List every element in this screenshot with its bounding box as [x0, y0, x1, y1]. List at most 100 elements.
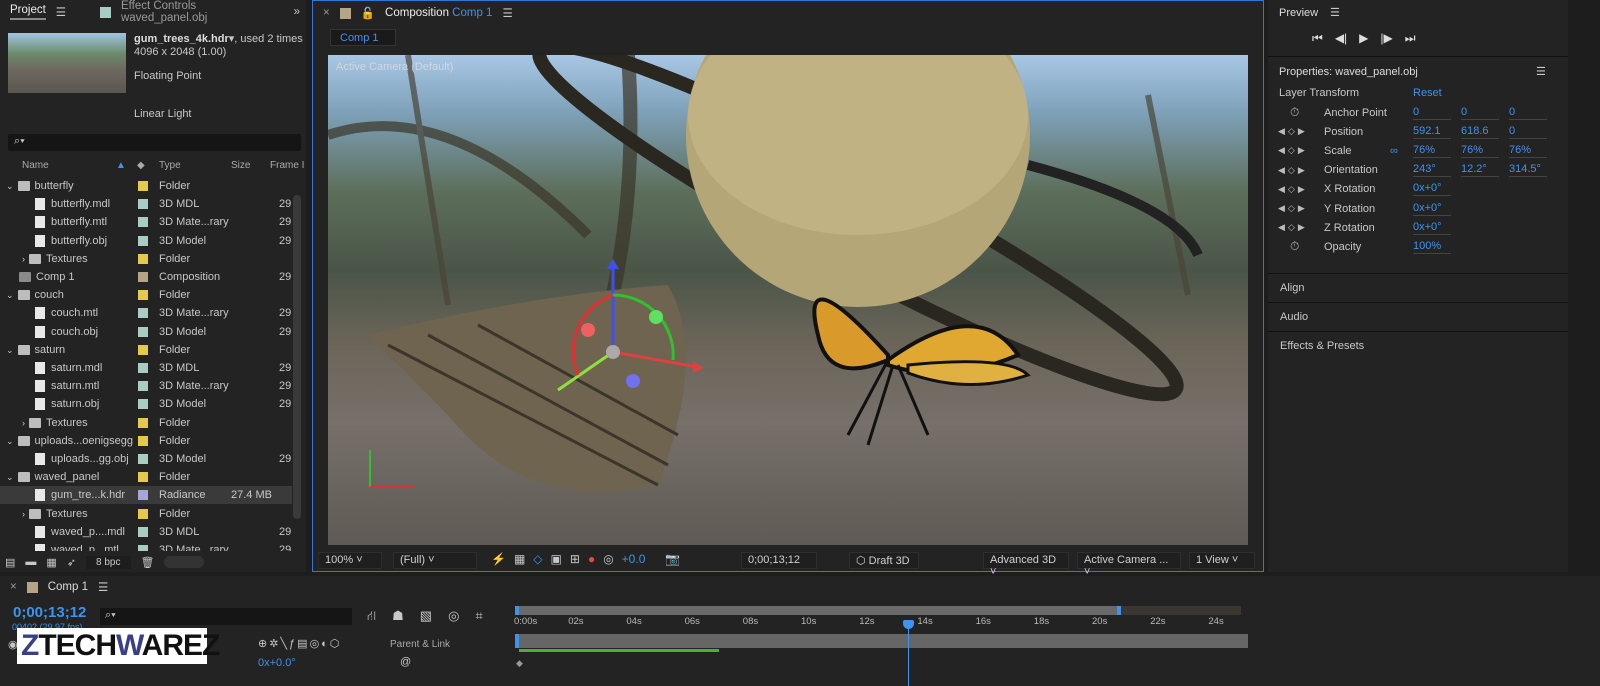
- property-value[interactable]: 76%: [1413, 144, 1451, 158]
- chevron-down-icon[interactable]: ⌄: [6, 436, 14, 446]
- shy-layers-icon[interactable]: ☗: [392, 608, 404, 626]
- interpret-footage-icon[interactable]: ▤: [5, 556, 15, 569]
- project-item[interactable]: saturn.obj 3D Model 29: [0, 395, 292, 413]
- property-value[interactable]: 243°: [1413, 163, 1451, 178]
- reset-button[interactable]: Reset: [1413, 87, 1442, 99]
- chevron-down-icon[interactable]: ⌄: [6, 472, 14, 482]
- footer-scroll[interactable]: [164, 556, 205, 568]
- property-value[interactable]: 76%: [1461, 144, 1499, 158]
- menu-icon[interactable]: ☰: [502, 6, 512, 20]
- label-color[interactable]: [138, 417, 148, 428]
- keyframe-nav-icon[interactable]: ◀◇▶: [1278, 165, 1308, 176]
- label-color[interactable]: [138, 217, 148, 228]
- property-value[interactable]: 314.5°: [1509, 163, 1547, 178]
- bit-depth-button[interactable]: 8 bpc: [86, 555, 131, 569]
- chevron-right-icon[interactable]: ›: [22, 418, 25, 428]
- zoom-dropdown[interactable]: 100% ˅: [318, 552, 382, 569]
- close-icon[interactable]: ×: [10, 581, 17, 593]
- graph-editor-icon[interactable]: ⌗: [475, 608, 482, 626]
- tab-comp[interactable]: Comp 1: [48, 581, 88, 593]
- label-color[interactable]: [138, 381, 148, 392]
- project-item[interactable]: butterfly.mtl 3D Mate...rary 29: [0, 213, 292, 231]
- tab-effect-controls[interactable]: Effect Controls waved_panel.obj: [121, 0, 284, 24]
- project-item[interactable]: ⌄ uploads...oenigsegg Folder: [0, 432, 292, 450]
- timeline-search-input[interactable]: ⌕▾: [100, 608, 352, 625]
- draft-3d-button[interactable]: ⬡ Draft 3D: [849, 552, 919, 569]
- layer-value[interactable]: 0x+0.0°: [258, 657, 296, 669]
- stopwatch-icon[interactable]: ⏱: [1290, 239, 1302, 254]
- guides-icon[interactable]: ⊞: [570, 552, 580, 566]
- label-color[interactable]: [138, 435, 148, 446]
- label-color[interactable]: [138, 490, 148, 501]
- close-icon[interactable]: ×: [323, 7, 330, 19]
- keyframe-nav-icon[interactable]: ◀◇▶: [1278, 184, 1308, 195]
- tab-composition[interactable]: Composition: [385, 7, 449, 19]
- project-item[interactable]: ⌄ couch Folder: [0, 286, 292, 304]
- menu-icon[interactable]: ☰: [1536, 65, 1546, 78]
- renderer-dropdown[interactable]: Advanced 3D ˅: [983, 552, 1069, 578]
- play-icon[interactable]: ▶: [1359, 31, 1368, 46]
- keyframe-nav-icon[interactable]: ◀◇▶: [1278, 203, 1308, 214]
- next-frame-icon[interactable]: |▶: [1380, 31, 1392, 46]
- property-value[interactable]: 0x+0°: [1413, 182, 1451, 197]
- label-color[interactable]: [138, 272, 148, 282]
- property-value[interactable]: 0x+0°: [1413, 202, 1451, 216]
- motion-blur-icon[interactable]: ◎: [448, 608, 459, 626]
- viewer[interactable]: Active Camera (Default): [328, 55, 1248, 545]
- work-area-range[interactable]: [515, 606, 1121, 615]
- tab-project[interactable]: Project: [10, 4, 46, 20]
- views-dropdown[interactable]: 1 View ˅: [1189, 552, 1255, 569]
- trash-icon[interactable]: 🗑: [141, 556, 155, 569]
- column-name[interactable]: Name: [22, 160, 49, 171]
- sort-ascending-icon[interactable]: ▲: [116, 160, 126, 171]
- project-item[interactable]: gum_tre...k.hdr Radiance 27.4 MB: [0, 486, 292, 505]
- label-color[interactable]: [138, 545, 148, 551]
- property-value[interactable]: 618.6: [1461, 125, 1499, 139]
- chevron-down-icon[interactable]: ⌄: [6, 181, 14, 191]
- label-color[interactable]: [138, 199, 148, 210]
- project-item[interactable]: butterfly.mdl 3D MDL 29: [0, 195, 292, 213]
- project-item[interactable]: ⌄ waved_panel Folder: [0, 468, 292, 486]
- property-value[interactable]: 0: [1413, 106, 1451, 120]
- timeline-timecode[interactable]: 0;00;13;12: [13, 604, 86, 621]
- label-color[interactable]: [138, 308, 148, 319]
- chevron-right-icon[interactable]: ›: [22, 254, 25, 264]
- label-color[interactable]: [138, 326, 148, 337]
- new-comp-icon[interactable]: ▦: [46, 556, 56, 569]
- timecode-display[interactable]: 0;00;13;12: [741, 552, 817, 569]
- playhead[interactable]: [902, 620, 914, 686]
- region-of-interest-icon[interactable]: ▣: [551, 552, 562, 566]
- mask-visibility-icon[interactable]: ◇: [533, 552, 542, 566]
- column-size[interactable]: Size: [231, 160, 250, 171]
- effects-presets-section[interactable]: Effects & Presets: [1268, 331, 1568, 359]
- project-item[interactable]: couch.mtl 3D Mate...rary 29: [0, 304, 292, 322]
- chevron-right-icon[interactable]: ›: [22, 509, 25, 519]
- menu-icon[interactable]: ☰: [98, 580, 108, 594]
- comp-name[interactable]: Comp 1: [452, 7, 492, 19]
- project-item[interactable]: couch.obj 3D Model 29: [0, 323, 292, 341]
- composition-flowchart-icon[interactable]: ⛙: [367, 608, 376, 626]
- project-item[interactable]: butterfly.obj 3D Model 29: [0, 232, 292, 250]
- label-color[interactable]: [138, 363, 148, 373]
- property-value[interactable]: 592.1: [1413, 125, 1451, 139]
- project-item[interactable]: ⌄ saturn Folder: [0, 341, 292, 359]
- audio-section[interactable]: Audio: [1268, 302, 1568, 330]
- project-item[interactable]: › Textures Folder: [0, 414, 292, 432]
- project-item[interactable]: ⌄ butterfly Folder: [0, 177, 292, 195]
- lock-icon[interactable]: 🔓: [361, 6, 375, 20]
- layer-duration-bar[interactable]: [515, 634, 1248, 648]
- property-value[interactable]: 0: [1461, 106, 1499, 120]
- camera-dropdown[interactable]: Active Camera ... ˅: [1077, 552, 1181, 578]
- keyframe-nav-icon[interactable]: ◀◇▶: [1278, 145, 1308, 156]
- project-item[interactable]: waved_p...mtl 3D Mate...rary 29: [0, 541, 292, 551]
- property-value[interactable]: 0x+0°: [1413, 221, 1451, 235]
- property-value[interactable]: 100%: [1413, 240, 1451, 254]
- exposure-value[interactable]: +0.0: [622, 552, 646, 566]
- new-folder-icon[interactable]: ▬: [25, 556, 36, 568]
- transparency-grid-icon[interactable]: ▦: [514, 552, 525, 566]
- footage-name[interactable]: gum_trees_4k.hdr: [134, 33, 229, 45]
- project-item[interactable]: saturn.mtl 3D Mate...rary 29: [0, 377, 292, 395]
- project-search-input[interactable]: ⌕▾: [8, 134, 301, 151]
- label-color[interactable]: [138, 526, 148, 537]
- first-frame-icon[interactable]: ⏮: [1312, 31, 1323, 46]
